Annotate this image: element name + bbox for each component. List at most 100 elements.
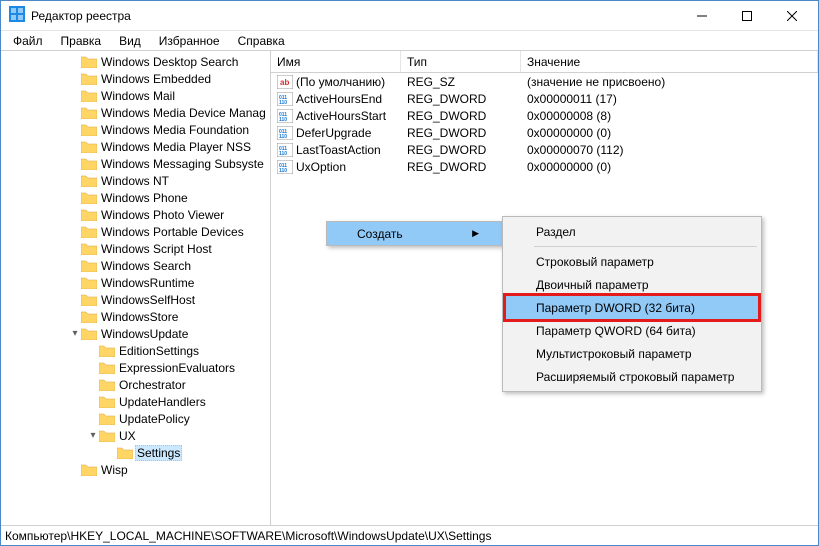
close-button[interactable]	[769, 1, 814, 30]
tree-item[interactable]: Windows Phone	[1, 189, 270, 206]
menu-separator	[534, 246, 757, 247]
window-buttons	[679, 1, 814, 30]
statusbar: Компьютер\HKEY_LOCAL_MACHINE\SOFTWARE\Mi…	[1, 525, 818, 545]
tree-item[interactable]: Wisp	[1, 461, 270, 478]
tree-item[interactable]: Windows Embedded	[1, 70, 270, 87]
regedit-icon	[9, 6, 25, 25]
table-row[interactable]: (По умолчанию)REG_SZ(значение не присвое…	[271, 73, 818, 90]
tree-item-label: Windows Desktop Search	[99, 55, 240, 69]
tree-item[interactable]: UpdateHandlers	[1, 393, 270, 410]
value-data: 0x00000070 (112)	[521, 143, 818, 157]
folder-icon	[81, 123, 97, 136]
value-data: (значение не присвоено)	[521, 75, 818, 89]
ctx-create-item[interactable]: Создать ▶	[327, 222, 505, 245]
binary-value-icon	[277, 160, 293, 174]
tree-item[interactable]: Windows Portable Devices	[1, 223, 270, 240]
tree-item-label: UpdateHandlers	[117, 395, 208, 409]
menu-view[interactable]: Вид	[111, 32, 149, 50]
ctx-type-item[interactable]: Параметр DWORD (32 бита)	[506, 296, 758, 319]
folder-icon	[81, 293, 97, 306]
folder-icon	[81, 276, 97, 289]
col-value[interactable]: Значение	[521, 51, 818, 72]
tree-item-label: Wisp	[99, 463, 130, 477]
value-data: 0x00000000 (0)	[521, 160, 818, 174]
tree-item[interactable]: UpdatePolicy	[1, 410, 270, 427]
menu-favorites[interactable]: Избранное	[151, 32, 228, 50]
tree-item-label: WindowsUpdate	[99, 327, 190, 341]
tree-item[interactable]: Orchestrator	[1, 376, 270, 393]
value-type: REG_DWORD	[401, 143, 521, 157]
tree-item-label: Windows NT	[99, 174, 171, 188]
folder-icon	[81, 242, 97, 255]
table-row[interactable]: LastToastAction REG_DWORD0x00000070 (112)	[271, 141, 818, 158]
tree-item[interactable]: Windows Media Player NSS	[1, 138, 270, 155]
ctx-type-item[interactable]: Расширяемый строковый параметр	[506, 365, 758, 388]
folder-icon	[81, 140, 97, 153]
tree-item-label: Windows Embedded	[99, 72, 213, 86]
tree-item[interactable]: ExpressionEvaluators	[1, 359, 270, 376]
tree-item-label: WindowsStore	[99, 310, 180, 324]
tree-item-label: Windows Phone	[99, 191, 190, 205]
tree-item[interactable]: WindowsRuntime	[1, 274, 270, 291]
table-row[interactable]: UxOption REG_DWORD0x00000000 (0)	[271, 158, 818, 175]
tree-pane[interactable]: Windows Desktop SearchWindows EmbeddedWi…	[1, 51, 271, 525]
tree-item[interactable]: Settings	[1, 444, 270, 461]
menu-help[interactable]: Справка	[230, 32, 293, 50]
tree-item-label: Windows Media Player NSS	[99, 140, 253, 154]
tree-item-label: UX	[117, 429, 138, 443]
binary-value-icon	[277, 143, 293, 157]
tree-item[interactable]: ▾ WindowsUpdate	[1, 325, 270, 342]
tree-item[interactable]: EditionSettings	[1, 342, 270, 359]
tree-item[interactable]: Windows Script Host	[1, 240, 270, 257]
statusbar-path: Компьютер\HKEY_LOCAL_MACHINE\SOFTWARE\Mi…	[5, 529, 491, 543]
tree-item[interactable]: Windows Photo Viewer	[1, 206, 270, 223]
folder-icon	[99, 344, 115, 357]
minimize-button[interactable]	[679, 1, 724, 30]
folder-icon	[81, 106, 97, 119]
collapse-icon[interactable]: ▾	[69, 328, 81, 339]
tree-item[interactable]: Windows Messaging Subsyste	[1, 155, 270, 172]
ctx-type-item[interactable]: Строковый параметр	[506, 250, 758, 273]
tree-item-label: UpdatePolicy	[117, 412, 192, 426]
table-row[interactable]: ActiveHoursStartREG_DWORD0x00000008 (8)	[271, 107, 818, 124]
table-row[interactable]: ActiveHoursEndREG_DWORD0x00000011 (17)	[271, 90, 818, 107]
folder-icon	[99, 412, 115, 425]
tree-item-label: WindowsSelfHost	[99, 293, 197, 307]
col-name[interactable]: Имя	[271, 51, 401, 72]
tree-item[interactable]: WindowsSelfHost	[1, 291, 270, 308]
tree-item[interactable]: Windows Mail	[1, 87, 270, 104]
tree-item[interactable]: WindowsStore	[1, 308, 270, 325]
chevron-right-icon: ▶	[472, 228, 479, 239]
value-type: REG_DWORD	[401, 160, 521, 174]
tree-item[interactable]: Windows Media Device Manag	[1, 104, 270, 121]
list-pane[interactable]: Имя Тип Значение (По умолчанию)REG_SZ(зн…	[271, 51, 818, 525]
value-name: LastToastAction	[296, 143, 381, 157]
folder-icon	[81, 89, 97, 102]
tree-item[interactable]: Windows NT	[1, 172, 270, 189]
collapse-icon[interactable]: ▾	[87, 430, 99, 441]
context-menu-types: РазделСтроковый параметрДвоичный парамет…	[502, 216, 762, 392]
folder-icon	[81, 191, 97, 204]
folder-icon	[99, 361, 115, 374]
tree-item-label: WindowsRuntime	[99, 276, 196, 290]
tree-item[interactable]: Windows Search	[1, 257, 270, 274]
value-type: REG_DWORD	[401, 92, 521, 106]
menu-edit[interactable]: Правка	[53, 32, 110, 50]
tree-item[interactable]: Windows Desktop Search	[1, 53, 270, 70]
ctx-type-item[interactable]: Раздел	[506, 220, 758, 243]
value-type: REG_DWORD	[401, 109, 521, 123]
folder-icon	[99, 378, 115, 391]
tree-item[interactable]: ▾ UX	[1, 427, 270, 444]
ctx-type-item[interactable]: Мультистроковый параметр	[506, 342, 758, 365]
maximize-button[interactable]	[724, 1, 769, 30]
menu-file[interactable]: Файл	[5, 32, 51, 50]
tree-item[interactable]: Windows Media Foundation	[1, 121, 270, 138]
tree-item-label: Windows Media Device Manag	[99, 106, 268, 120]
value-name: UxOption	[296, 160, 346, 174]
table-row[interactable]: DeferUpgradeREG_DWORD0x00000000 (0)	[271, 124, 818, 141]
ctx-type-item[interactable]: Параметр QWORD (64 бита)	[506, 319, 758, 342]
tree-item-label: Windows Script Host	[99, 242, 214, 256]
folder-icon	[99, 395, 115, 408]
folder-icon	[81, 225, 97, 238]
col-type[interactable]: Тип	[401, 51, 521, 72]
